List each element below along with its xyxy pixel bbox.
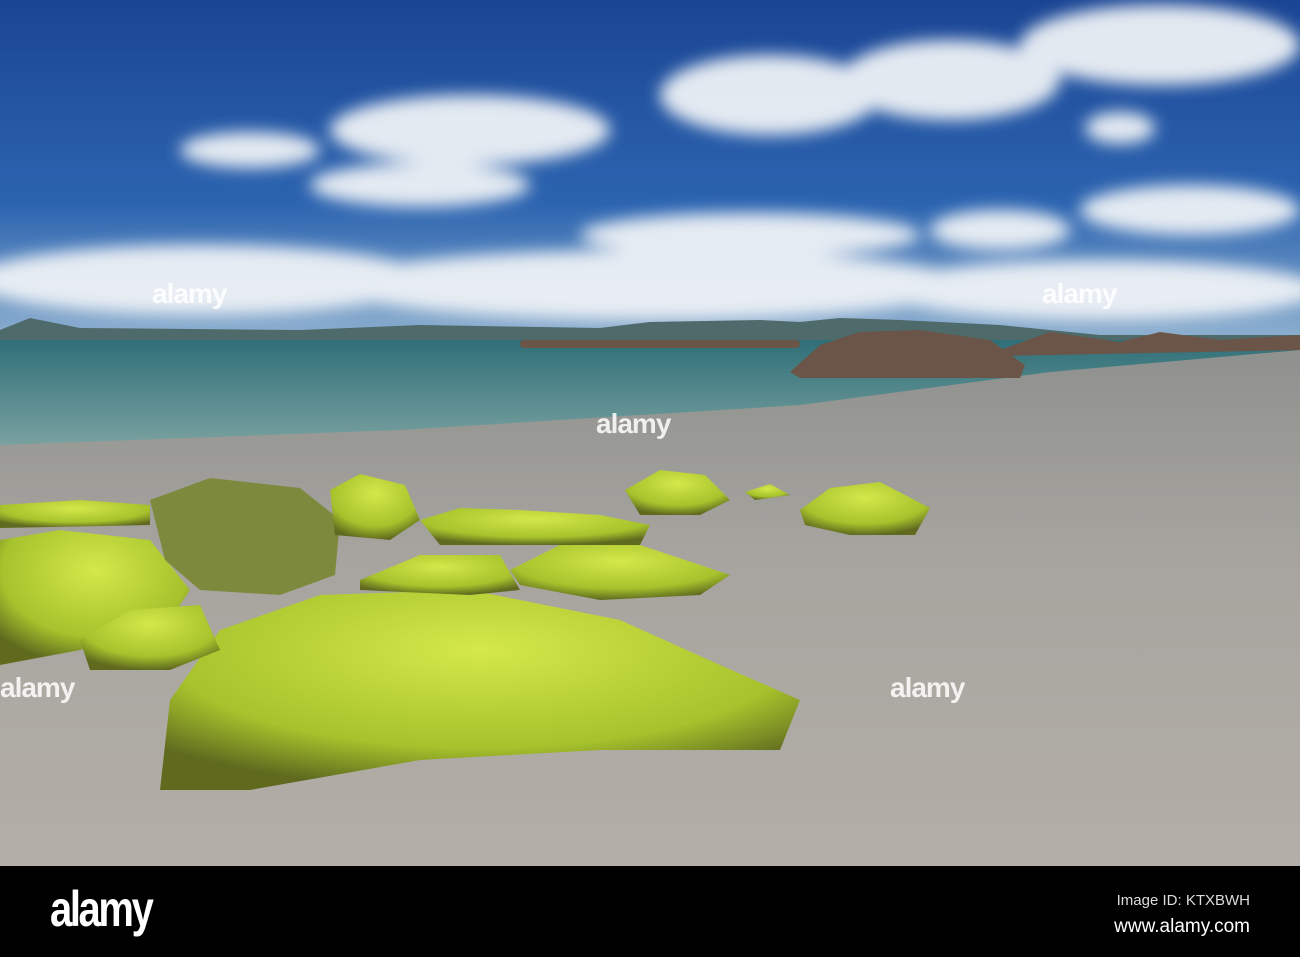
- website-link[interactable]: www.alamy.com: [1114, 916, 1250, 938]
- watermark: alamy: [890, 672, 965, 703]
- watermark: alamy: [152, 278, 227, 309]
- alamy-logo: alamy: [50, 881, 154, 937]
- watermark: alamy: [1042, 278, 1117, 309]
- image-id: Image ID: KTXBWH: [1116, 892, 1250, 909]
- footer-bar: alamy Image ID: KTXBWH www.alamy.com: [0, 866, 1300, 957]
- stock-photo-page: alamy alamy alamy alamy alamy alamy Imag…: [0, 0, 1300, 957]
- watermark: alamy: [0, 672, 75, 703]
- watermark: alamy: [596, 408, 671, 439]
